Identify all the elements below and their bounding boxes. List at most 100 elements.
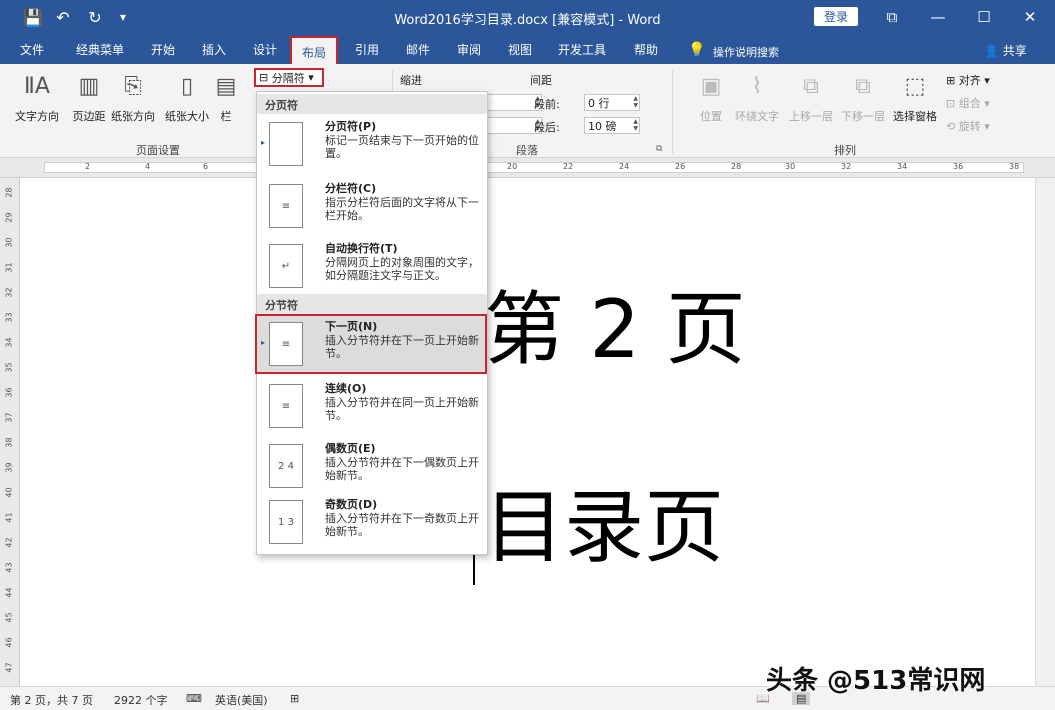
ribbon-display-options-icon[interactable]: ⧉ (877, 5, 907, 29)
ruler-tick: 37 (4, 412, 14, 423)
document-heading-page2: 第 2 页 (484, 283, 746, 376)
word-count-status[interactable]: 2922 个字 (114, 692, 168, 708)
column-break-icon: ≡ (269, 184, 303, 228)
menu-item-description: 插入分节符并在下一偶数页上开始新节。 (325, 456, 479, 482)
ruler-tick: 45 (4, 612, 14, 623)
rotate-label: 旋转 (958, 120, 981, 133)
bring-forward-button[interactable]: ⧉ 上移一层 (784, 68, 838, 124)
tab-insert[interactable]: 插入 (202, 41, 226, 59)
tab-help[interactable]: 帮助 (634, 41, 658, 59)
ruler-tick: 6 (203, 162, 209, 171)
continuous-item[interactable]: ≡ 连续(O) 插入分节符并在同一页上开始新节。 (257, 378, 487, 438)
odd-page-item[interactable]: 1 3 奇数页(D) 插入分节符并在下一奇数页上开始新节。 (257, 494, 487, 554)
tab-view[interactable]: 视图 (508, 41, 532, 59)
macro-icon[interactable]: ⊞ (290, 692, 299, 705)
ruler-tick: 33 (4, 312, 14, 323)
tell-me-search[interactable]: 操作说明搜索 (713, 44, 779, 60)
orientation-button[interactable]: ⎘ 纸张方向 (106, 68, 160, 124)
menu-item-description: 插入分节符并在下一页上开始新节。 (325, 334, 479, 360)
group-objects-button[interactable]: ⊡ 组合 ▾ (946, 95, 990, 111)
ruler-tick: 24 (619, 162, 630, 171)
text-wrapping-break-item[interactable]: ↵ 自动换行符(T) 分隔网页上的对象周围的文字，如分隔题注文字与正文。 (257, 238, 487, 298)
group-separator (672, 70, 673, 154)
ruler-tick: 20 (507, 162, 518, 171)
ruler-tick: 44 (4, 587, 14, 598)
maximize-icon[interactable]: ☐ (969, 5, 999, 29)
spacing-after-value: 10 磅 (588, 119, 617, 133)
vertical-ruler[interactable]: 28 29 30 31 32 33 34 35 36 37 38 39 40 4… (0, 178, 20, 686)
text-direction-button[interactable]: ⅡA 文字方向 (10, 68, 64, 124)
odd-page-icon: 1 3 (269, 500, 303, 544)
indent-label: 缩进 (400, 74, 422, 87)
close-icon[interactable]: ✕ (1015, 5, 1045, 29)
caret-icon: ▸ (261, 338, 266, 347)
tab-references[interactable]: 引用 (355, 41, 379, 59)
margins-icon: ▥ (78, 73, 100, 99)
paragraph-launcher-icon[interactable]: ⧉ (656, 144, 662, 154)
title-bar: 💾 ↶ ↻ ▾ Word2016学习目录.docx [兼容模式] - Word … (0, 0, 1055, 34)
ruler-tick: 4 (145, 162, 151, 171)
tab-file[interactable]: 文件 (20, 41, 44, 59)
tab-design[interactable]: 设计 (253, 41, 277, 59)
horizontal-ruler[interactable]: 2 4 6 8 20 22 24 26 28 30 32 34 36 38 (0, 158, 1055, 178)
tab-layout[interactable]: 布局 (290, 36, 339, 64)
ribbon-tabs: 文件 经典菜单 开始 插入 设计 布局 引用 邮件 审阅 视图 开发工具 帮助 … (0, 34, 1055, 64)
ruler-tick: 36 (4, 387, 14, 398)
paragraph-group-label: 段落 (516, 144, 538, 157)
spacing-before-field[interactable]: 0 行 ▲ ▼ (584, 94, 640, 111)
selection-pane-label: 选择窗格 (893, 110, 937, 123)
document-heading-toc: 目录页 (484, 481, 724, 574)
login-button[interactable]: 登录 (814, 7, 858, 26)
next-page-item[interactable]: ▸ ≡ 下一页(N) 插入分节符并在下一页上开始新节。 (255, 314, 487, 374)
selection-pane-button[interactable]: ⬚ 选择窗格 (888, 68, 942, 124)
ruler-tick: 43 (4, 562, 14, 573)
section-breaks-header: 分节符 (257, 294, 487, 314)
column-break-item[interactable]: ≡ 分栏符(C) 指示分栏符后面的文字将从下一栏开始。 (257, 178, 487, 238)
tab-home[interactable]: 开始 (151, 41, 175, 59)
menu-item-title: 偶数页(E) (325, 442, 376, 455)
ruler-tick: 35 (4, 362, 14, 373)
lightbulb-icon: 💡 (688, 42, 706, 58)
wrap-text-button[interactable]: ⌇ 环绕文字 (730, 68, 784, 124)
spacing-before-label: 段前: (534, 98, 560, 111)
send-backward-button[interactable]: ⧉ 下移一层 (836, 68, 890, 124)
document-canvas[interactable] (20, 178, 1035, 668)
share-label: 共享 (1002, 44, 1027, 58)
ruler-tick: 34 (4, 337, 14, 348)
ruler-track: 2 4 6 8 20 22 24 26 28 30 32 34 36 38 (44, 162, 1024, 173)
align-button[interactable]: ⊞ 对齐 ▾ (946, 72, 990, 88)
language-status[interactable]: 英语(美国) (215, 692, 268, 708)
ruler-tick: 28 (731, 162, 742, 171)
share-button[interactable]: 👤 共享 (984, 42, 1027, 59)
ruler-tick: 34 (897, 162, 908, 171)
ruler-tick: 40 (4, 487, 14, 498)
ruler-tick: 30 (785, 162, 796, 171)
tab-mailings[interactable]: 邮件 (406, 41, 430, 59)
menu-item-title: 分页符(P) (325, 120, 377, 133)
columns-label: 栏 (220, 110, 232, 123)
breaks-button[interactable]: ⊟ 分隔符 ▾ (254, 68, 324, 87)
spacing-label: 间距 (530, 74, 552, 87)
tab-classic-menu[interactable]: 经典菜单 (76, 41, 124, 59)
tab-review[interactable]: 审阅 (457, 41, 481, 59)
vertical-scrollbar[interactable] (1035, 178, 1055, 686)
spacing-after-label: 段后: (534, 121, 560, 134)
tab-developer[interactable]: 开发工具 (558, 41, 606, 59)
page-breaks-header: 分页符 (257, 94, 487, 114)
page-break-item[interactable]: ▸ 分页符(P) 标记一页结束与下一页开始的位置。 (257, 116, 487, 176)
wrap-text-label: 环绕文字 (735, 110, 779, 123)
even-page-icon: 2 4 (269, 444, 303, 488)
minimize-icon[interactable]: — (923, 5, 953, 29)
ruler-tick: 36 (953, 162, 964, 171)
rotate-button[interactable]: ⟲ 旋转 ▾ (946, 118, 990, 134)
ruler-tick: 32 (4, 287, 14, 298)
columns-button[interactable]: ▤ 栏 (206, 68, 246, 124)
breaks-menu: 分页符 ▸ 分页符(P) 标记一页结束与下一页开始的位置。 ≡ 分栏符(C) 指… (255, 91, 488, 555)
caret-icon: ▸ (261, 138, 266, 147)
spacing-after-field[interactable]: 10 磅 ▲ ▼ (584, 117, 640, 134)
arrange-group-label: 排列 (834, 144, 856, 157)
even-page-item[interactable]: 2 4 偶数页(E) 插入分节符并在下一偶数页上开始新节。 (257, 438, 487, 498)
proofing-icon[interactable]: ⌨ (186, 692, 202, 705)
page-count-status[interactable]: 第 2 页，共 7 页 (10, 692, 93, 708)
breaks-label: 分隔符 (271, 71, 305, 85)
